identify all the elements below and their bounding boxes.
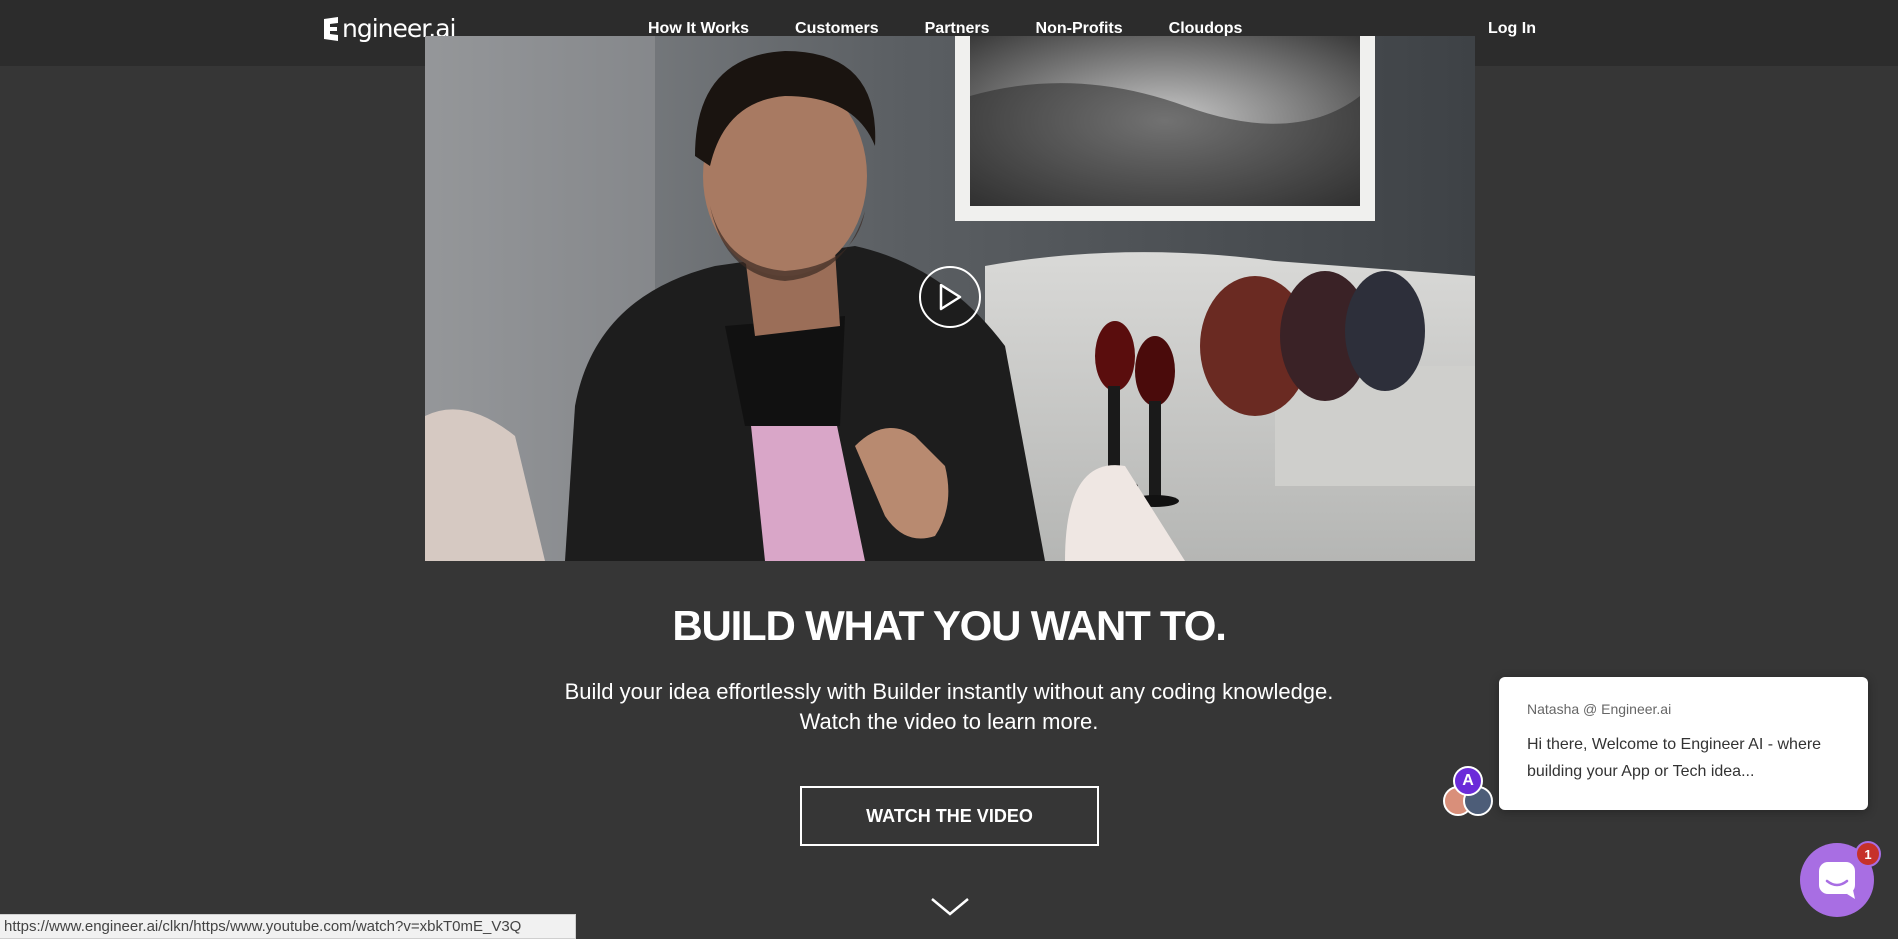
chat-sender: Natasha @ Engineer.ai — [1527, 701, 1672, 717]
hero-headline: BUILD WHAT YOU WANT TO. — [672, 602, 1227, 649]
engineer-logo-mark-icon — [324, 16, 338, 41]
play-button[interactable] — [919, 266, 981, 328]
browser-status-url: https://www.engineer.ai/clkn/https/www.y… — [0, 914, 576, 939]
chat-message-preview[interactable]: Natasha @ Engineer.ai Hi there, Welcome … — [1499, 677, 1868, 810]
chevron-down-icon[interactable] — [929, 896, 971, 918]
chat-message-text: Hi there, Welcome to Engineer AI - where… — [1527, 736, 1822, 780]
unread-count-badge: 1 — [1855, 841, 1881, 867]
watch-video-button[interactable]: WATCH THE VIDEO — [800, 786, 1099, 846]
intro-video[interactable] — [425, 36, 1475, 561]
chat-agent-avatars: A — [1443, 766, 1499, 818]
avatar-letter: A — [1462, 772, 1474, 789]
login-link[interactable]: Log In — [1488, 20, 1536, 38]
chat-icon — [1819, 862, 1855, 899]
play-icon — [939, 283, 962, 311]
avatar: A — [1453, 766, 1483, 796]
hero-subtext: Build your idea effortlessly with Builde… — [564, 679, 1334, 734]
